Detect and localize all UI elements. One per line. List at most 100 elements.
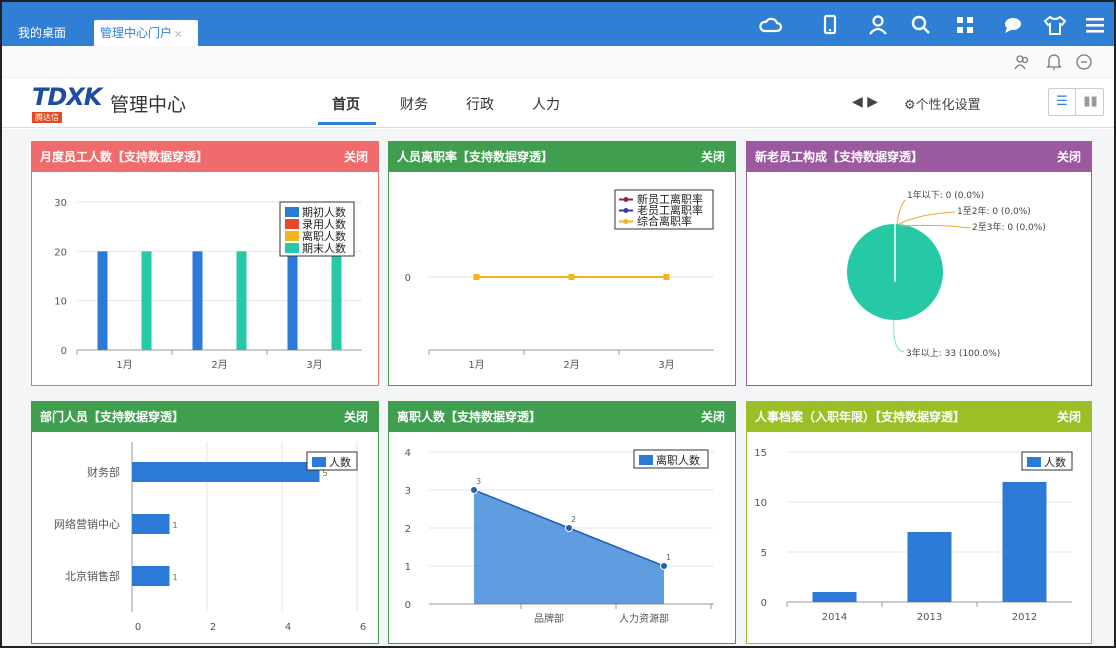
y-tick-label: 15 bbox=[754, 448, 767, 459]
data-point bbox=[660, 562, 668, 570]
legend-swatch bbox=[639, 455, 653, 465]
panel-title: 人事档案（入职年限）【支持数据穿透】 bbox=[755, 410, 966, 424]
panel-department-staff: 部门人员【支持数据穿透】 关闭 0 2 4 6 财务部 5 网络营销中心 1 北京销售部 1 人数 bbox=[31, 401, 379, 644]
personalize-settings-button[interactable]: ⚙个性化设置 bbox=[904, 94, 981, 113]
y-tick-label: 网络营销中心 bbox=[54, 517, 120, 531]
employee-composition-chart[interactable]: 1年以下: 0 (0.0%) 1至2年: 0 (0.0%) 2至3年: 0 (0.0… bbox=[747, 172, 1091, 385]
tab-close-icon[interactable]: × bbox=[174, 29, 182, 40]
y-tick-label: 4 bbox=[405, 448, 411, 459]
panel-header: 部门人员【支持数据穿透】 关闭 bbox=[32, 402, 378, 432]
y-tick-label: 10 bbox=[754, 498, 767, 509]
tab-desktop-label: 我的桌面 bbox=[18, 26, 67, 40]
bar bbox=[97, 251, 108, 350]
nav-admin[interactable]: 行政 bbox=[466, 94, 494, 114]
top-bar: 我的桌面 管理中心门户 × bbox=[2, 2, 1114, 46]
slice-label: 2至3年: 0 (0.0%) bbox=[972, 221, 1046, 233]
arrow-right-icon[interactable]: ▶ bbox=[867, 94, 878, 110]
x-tick-label: 2013 bbox=[917, 612, 942, 623]
hr-records-tenure-chart[interactable]: 0 5 10 15 2014 2013 2012 人数 bbox=[747, 432, 1091, 643]
x-tick-label: 2012 bbox=[1012, 612, 1037, 623]
panel-close-button[interactable]: 关闭 bbox=[1057, 402, 1081, 432]
mobile-icon[interactable] bbox=[817, 12, 843, 38]
cloud-icon[interactable] bbox=[757, 12, 783, 38]
data-label: 1 bbox=[173, 521, 178, 530]
x-tick-label: 2 bbox=[210, 622, 216, 633]
legend-label: 人数 bbox=[329, 456, 351, 469]
panel-close-button[interactable]: 关闭 bbox=[344, 142, 368, 172]
panel-close-button[interactable]: 关闭 bbox=[701, 142, 725, 172]
apps-grid-icon[interactable] bbox=[952, 12, 978, 38]
data-label: 1 bbox=[666, 553, 671, 562]
leader-line bbox=[898, 211, 956, 225]
shirt-icon[interactable] bbox=[1042, 12, 1068, 38]
x-tick-label: 6 bbox=[360, 622, 366, 633]
y-tick-label: 30 bbox=[54, 198, 67, 209]
nav-hr[interactable]: 人力 bbox=[532, 94, 560, 114]
logo[interactable]: TDXK 腾达信科 bbox=[32, 83, 102, 133]
panel-close-button[interactable]: 关闭 bbox=[1057, 142, 1081, 172]
x-tick-label: 3月 bbox=[658, 359, 674, 371]
resignations-chart[interactable]: 0 1 2 3 4 3 2 1 品牌部 人力资源部 离职人数 bbox=[389, 432, 735, 643]
arrow-left-icon[interactable]: ◀ bbox=[852, 94, 863, 110]
data-label: 2 bbox=[571, 515, 576, 524]
bell-icon[interactable] bbox=[1044, 52, 1064, 72]
x-tick-label: 2月 bbox=[563, 359, 579, 371]
bar bbox=[192, 251, 203, 350]
x-tick-label: 2014 bbox=[822, 612, 847, 623]
message-icon[interactable] bbox=[1074, 52, 1094, 72]
bar bbox=[331, 251, 342, 350]
panel-close-button[interactable]: 关闭 bbox=[701, 402, 725, 432]
data-point bbox=[663, 274, 670, 280]
logo-subtext: 腾达信科 bbox=[32, 112, 62, 133]
y-tick-label: 2 bbox=[405, 524, 411, 535]
tab-desktop[interactable]: 我的桌面 bbox=[12, 20, 72, 46]
panel-title: 月度员工人数【支持数据穿透】 bbox=[40, 150, 209, 164]
app-title: 管理中心 bbox=[110, 94, 187, 116]
y-tick-label: 5 bbox=[761, 548, 767, 559]
settings-label: 个性化设置 bbox=[915, 98, 981, 113]
search-icon[interactable] bbox=[908, 12, 934, 38]
menu-icon[interactable] bbox=[1082, 12, 1108, 38]
leader-line bbox=[896, 199, 906, 225]
utility-bar bbox=[2, 46, 1114, 78]
tab-portal[interactable]: 管理中心门户 × bbox=[94, 20, 198, 46]
panel-close-button[interactable]: 关闭 bbox=[344, 402, 368, 432]
y-tick-label: 20 bbox=[54, 247, 67, 258]
carousel-arrows[interactable]: ◀ ▶ bbox=[852, 94, 878, 110]
slice-label: 1至2年: 0 (0.0%) bbox=[957, 205, 1031, 217]
bar bbox=[132, 566, 170, 586]
x-tick-label: 2月 bbox=[211, 359, 227, 371]
legend-label: 期初人数 bbox=[302, 205, 346, 219]
monthly-headcount-chart[interactable]: 01020301月 2月 3月期初人数录用人数离职人数期末人数 bbox=[32, 172, 378, 385]
y-tick-label: 0 bbox=[405, 273, 411, 284]
bar bbox=[132, 462, 320, 482]
legend-label: 期末人数 bbox=[302, 241, 346, 255]
panel-resignations: 离职人数【支持数据穿透】 关闭 0 1 2 3 4 3 2 1 品牌部 人力资源部 离职人数 bbox=[388, 401, 736, 644]
bar bbox=[132, 514, 170, 534]
x-tick-label: 1月 bbox=[468, 359, 484, 371]
nav-finance[interactable]: 财务 bbox=[400, 94, 428, 114]
logo-text: TDXK bbox=[32, 83, 102, 111]
panel-header: 人事档案（入职年限）【支持数据穿透】 关闭 bbox=[747, 402, 1091, 432]
contacts-icon[interactable] bbox=[1012, 52, 1032, 72]
department-staff-chart[interactable]: 0 2 4 6财务部 5网络营销中心 1北京销售部 1人数 bbox=[32, 432, 378, 643]
y-tick-label: 0 bbox=[61, 346, 67, 357]
y-tick-label: 3 bbox=[405, 486, 411, 497]
y-tick-label: 财务部 bbox=[87, 465, 120, 479]
y-tick-label: 0 bbox=[761, 598, 767, 609]
leader-line bbox=[893, 319, 905, 353]
y-tick-label: 北京销售部 bbox=[65, 569, 120, 583]
user-icon[interactable] bbox=[865, 12, 891, 38]
column-view-icon[interactable]: ▮▮ bbox=[1077, 89, 1104, 115]
header: TDXK 腾达信科 管理中心 首页 财务 行政 人力 ◀ ▶ ⚙个性化设置 ☰ … bbox=[2, 78, 1114, 133]
x-tick-label: 3月 bbox=[306, 359, 322, 371]
bar bbox=[1002, 482, 1047, 602]
turnover-rate-chart[interactable]: 01月 2月 3月新员工离职率老员工离职率综合离职率 bbox=[389, 172, 735, 385]
legend-label: 人数 bbox=[1044, 456, 1066, 469]
nav-home[interactable]: 首页 bbox=[332, 94, 360, 114]
chat-icon[interactable] bbox=[1000, 12, 1026, 38]
slice-label: 1年以下: 0 (0.0%) bbox=[907, 189, 984, 201]
list-view-icon[interactable]: ☰ bbox=[1049, 89, 1076, 115]
data-point bbox=[568, 274, 575, 280]
data-point bbox=[473, 274, 480, 280]
